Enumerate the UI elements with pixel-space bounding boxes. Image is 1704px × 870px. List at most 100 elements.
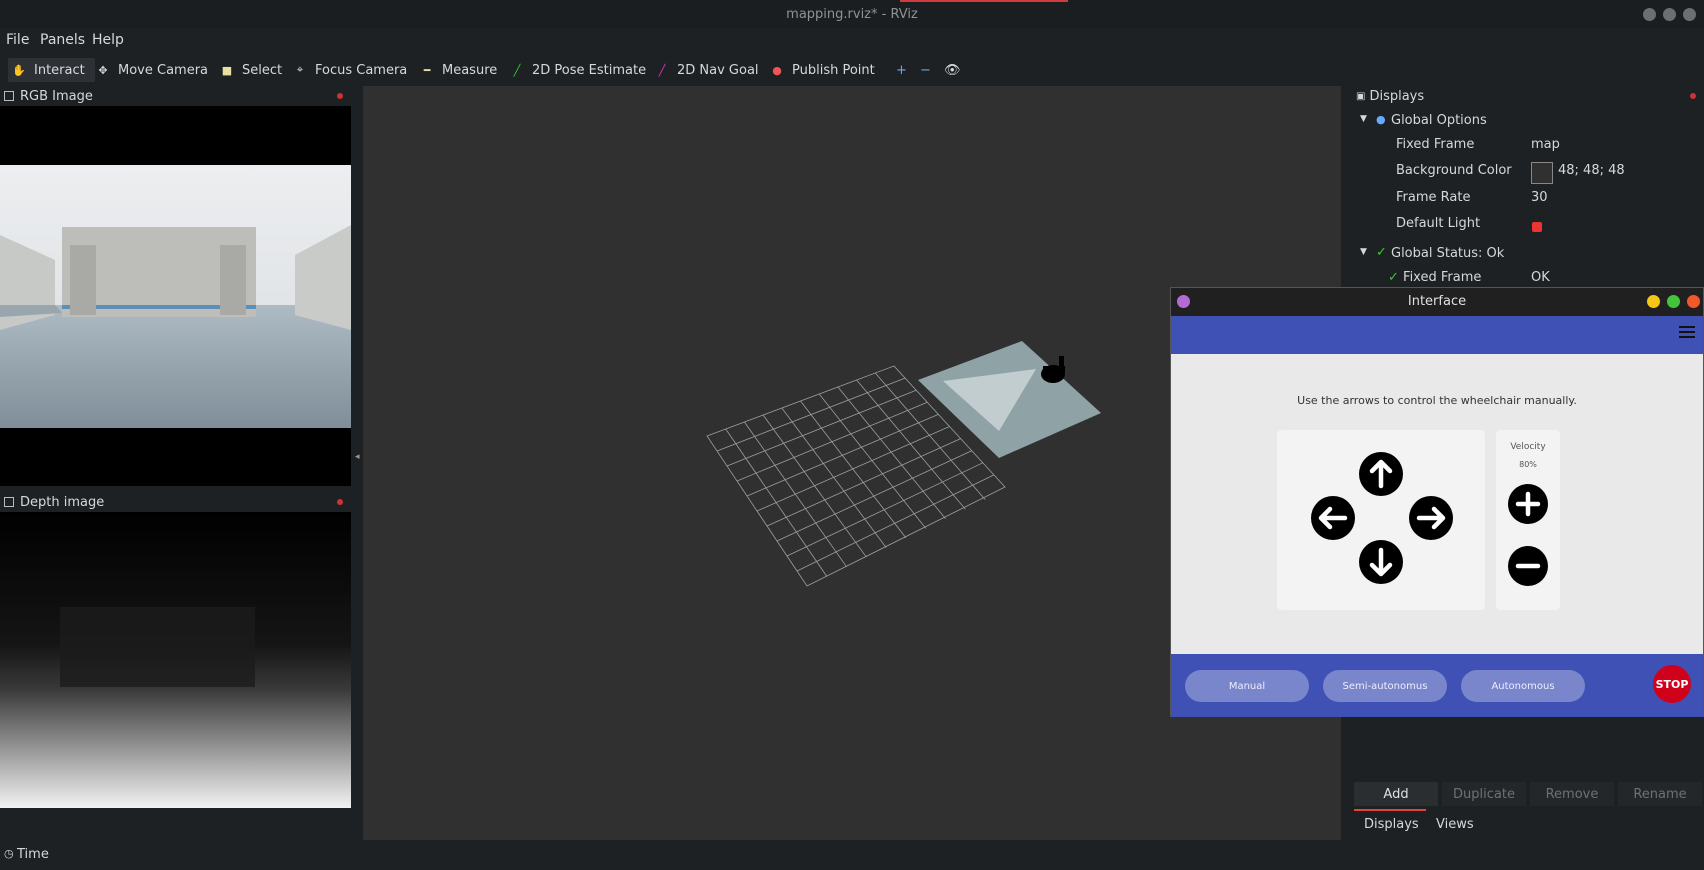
- eye-icon[interactable]: 👁: [944, 58, 961, 82]
- expand-arrow-icon[interactable]: ▼: [1360, 114, 1367, 124]
- remove-button[interactable]: Remove: [1530, 782, 1614, 806]
- velocity-decrease-button[interactable]: [1508, 546, 1548, 586]
- rgb-panel-title: RGB Image: [20, 88, 93, 104]
- arrow-down-icon: [1369, 547, 1393, 577]
- map-pin-icon: ●: [772, 63, 782, 77]
- move-icon: ✥: [98, 63, 108, 77]
- bg-color-swatch[interactable]: [1531, 162, 1553, 184]
- arrow-right-button[interactable]: [1409, 496, 1453, 540]
- bg-color-value[interactable]: 48; 48; 48: [1558, 163, 1625, 187]
- clock-icon: ◷: [4, 847, 14, 860]
- semi-autonomous-mode-button[interactable]: Semi-autonomus: [1323, 670, 1447, 702]
- add-display-button[interactable]: Add: [1354, 782, 1438, 806]
- move-camera-label: Move Camera: [118, 62, 209, 78]
- default-light-checkbox[interactable]: [1532, 222, 1542, 232]
- arrow-up-button[interactable]: [1359, 452, 1403, 496]
- menu-help[interactable]: Help: [92, 32, 124, 48]
- remove-tool-button[interactable]: −: [920, 58, 931, 82]
- focus-icon: ⌖: [296, 63, 304, 76]
- move-camera-tool[interactable]: ✥ Move Camera: [96, 58, 208, 82]
- status-fixed-frame-label: Fixed Frame: [1403, 270, 1482, 285]
- duplicate-button[interactable]: Duplicate: [1442, 782, 1526, 806]
- time-panel: ◷ Time: [0, 840, 1704, 870]
- add-tool-button[interactable]: +: [896, 58, 907, 82]
- frame-rate-value[interactable]: 30: [1531, 190, 1548, 214]
- window-title: mapping.rviz* - RViz: [786, 7, 918, 22]
- close-panel-icon[interactable]: [337, 93, 343, 99]
- menu-panels[interactable]: Panels: [40, 32, 85, 48]
- gear-icon: ●: [1376, 113, 1386, 126]
- window-titlebar: mapping.rviz* - RViz: [0, 0, 1704, 28]
- select-icon: ■: [221, 63, 233, 77]
- rename-button[interactable]: Rename: [1618, 782, 1702, 806]
- interact-label: Interact: [34, 62, 85, 78]
- active-tab-indicator: [1354, 809, 1426, 811]
- tab-views[interactable]: Views: [1436, 817, 1474, 832]
- measure-icon: ━: [423, 63, 431, 77]
- depth-panel-title: Depth image: [20, 494, 105, 510]
- minimize-button[interactable]: [1643, 8, 1656, 21]
- depth-panel-header: Depth image: [0, 492, 351, 512]
- autonomous-mode-button[interactable]: Autonomous: [1461, 670, 1585, 702]
- robot-model: [1041, 356, 1065, 383]
- fixed-frame-label: Fixed Frame: [1396, 137, 1475, 152]
- interface-content: Use the arrows to control the wheelchair…: [1171, 354, 1703, 654]
- collapse-left-icon[interactable]: ◂: [355, 452, 361, 462]
- measure-label: Measure: [442, 62, 498, 78]
- arrow-left-icon: [1318, 506, 1348, 530]
- frame-rate-label: Frame Rate: [1396, 190, 1471, 205]
- depth-camera-image: [0, 512, 351, 808]
- manual-mode-button[interactable]: Manual: [1185, 670, 1309, 702]
- nav-goal-tool[interactable]: ╱ 2D Nav Goal: [655, 58, 759, 82]
- check-icon: ✓: [1388, 270, 1404, 285]
- plus-icon: [1515, 491, 1541, 517]
- maximize-button[interactable]: [1667, 295, 1680, 308]
- menu-file[interactable]: File: [6, 32, 29, 48]
- title-accent: [900, 0, 1068, 2]
- publish-point-tool[interactable]: ● Publish Point: [770, 58, 875, 82]
- bg-color-label: Background Color: [1396, 163, 1512, 178]
- close-button[interactable]: [1683, 8, 1696, 21]
- close-button[interactable]: [1687, 295, 1700, 308]
- default-light-label: Default Light: [1396, 216, 1481, 231]
- pose-estimate-tool[interactable]: ╱ 2D Pose Estimate: [510, 58, 646, 82]
- global-status-row[interactable]: ▼ ✓ Global Status: Ok: [1360, 243, 1700, 267]
- hamburger-menu-icon[interactable]: [1679, 326, 1695, 338]
- publish-point-label: Publish Point: [792, 62, 875, 78]
- arrow-pad: [1277, 430, 1485, 610]
- close-panel-icon[interactable]: [337, 499, 343, 505]
- velocity-panel: Velocity 80%: [1496, 430, 1560, 610]
- nav-goal-icon: ╱: [658, 63, 666, 77]
- nav-goal-label: 2D Nav Goal: [677, 62, 759, 78]
- close-panel-icon[interactable]: [1690, 93, 1696, 99]
- stop-button[interactable]: STOP: [1653, 665, 1691, 703]
- velocity-increase-button[interactable]: [1508, 484, 1548, 524]
- panel-icon: [4, 497, 14, 507]
- instruction-text: Use the arrows to control the wheelchair…: [1297, 394, 1577, 407]
- select-tool[interactable]: ■ Select: [220, 58, 282, 82]
- fixed-frame-value[interactable]: map: [1531, 137, 1560, 161]
- rgb-camera-image: [0, 165, 351, 428]
- rgb-image-view: [0, 106, 351, 486]
- measure-tool[interactable]: ━ Measure: [420, 58, 498, 82]
- minus-icon: [1515, 563, 1541, 569]
- interact-tool[interactable]: ✋ Interact: [8, 58, 95, 82]
- check-icon: ✓: [1376, 245, 1387, 260]
- monitor-icon: ▣: [1356, 90, 1366, 102]
- displays-header: ▣ Displays: [1352, 86, 1704, 106]
- arrow-left-button[interactable]: [1311, 496, 1355, 540]
- maximize-button[interactable]: [1663, 8, 1676, 21]
- focus-camera-tool[interactable]: ⌖ Focus Camera: [293, 58, 407, 82]
- select-label: Select: [242, 62, 283, 78]
- menu-bar: File Panels Help: [0, 28, 1704, 54]
- arrow-down-button[interactable]: [1359, 540, 1403, 584]
- expand-arrow-icon[interactable]: ▼: [1360, 247, 1367, 257]
- displays-title: Displays: [1369, 88, 1425, 104]
- global-options-row[interactable]: ▼ ● Global Options: [1360, 110, 1700, 134]
- interface-footer: Manual Semi-autonomus Autonomous STOP: [1171, 654, 1703, 717]
- rgb-panel-header: RGB Image: [0, 86, 351, 106]
- global-options-label: Global Options: [1391, 113, 1487, 128]
- minimize-button[interactable]: [1647, 295, 1660, 308]
- time-panel-title: Time: [17, 847, 49, 862]
- tab-displays[interactable]: Displays: [1364, 817, 1419, 832]
